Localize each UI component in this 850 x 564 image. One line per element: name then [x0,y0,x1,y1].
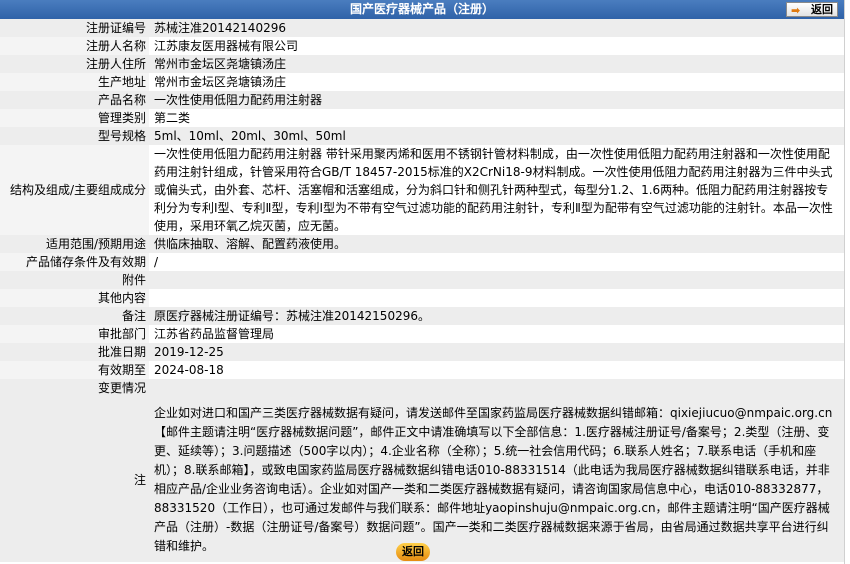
field-value: / [149,253,844,271]
field-label: 批准日期 [0,343,149,361]
table-row: 型号规格 5ml、10ml、20ml、30ml、50ml [0,127,844,145]
field-value: 5ml、10ml、20ml、30ml、50ml [149,127,844,145]
table-row: 生产地址 常州市金坛区尧塘镇汤庄 [0,73,844,91]
field-label: 产品储存条件及有效期 [0,253,149,271]
field-value: 苏械注准20142140296 [149,19,844,37]
table-row: 注册证编号 苏械注准20142140296 [0,19,844,37]
field-label: 其他内容 [0,289,149,307]
table-row: 变更情况 [0,379,844,397]
table-row: 适用范围/预期用途 供临床抽取、溶解、配置药液使用。 [0,235,844,253]
field-label: 生产地址 [0,73,149,91]
table-row: 注 企业如对进口和国产三类医疗器械数据有疑问，请发送邮件至国家药监局医疗器械数据… [0,397,844,562]
field-label: 适用范围/预期用途 [0,235,149,253]
table-row: 结构及组成/主要组成成分 一次性使用低阻力配药用注射器 带针采用聚丙烯和医用不锈… [0,145,844,235]
field-label: 变更情况 [0,379,149,397]
page-header: 国产医疗器械产品（注册） ➡ 返回 [0,0,844,19]
field-value: 第二类 [149,109,844,127]
table-row: 注册人名称 江苏康友医用器械有限公司 [0,37,844,55]
field-value: 一次性使用低阻力配药用注射器 带针采用聚丙烯和医用不锈钢针管材料制成，由一次性使… [149,145,844,235]
field-value: 2024-08-18 [149,361,844,379]
field-value: 2019-12-25 [149,343,844,361]
field-value: 常州市金坛区尧塘镇汤庄 [149,55,844,73]
back-label: 返回 [811,3,833,16]
field-label: 结构及组成/主要组成成分 [0,145,149,235]
field-label: 型号规格 [0,127,149,145]
table-row: 产品储存条件及有效期 / [0,253,844,271]
field-label: 注册人名称 [0,37,149,55]
table-row: 注册人住所 常州市金坛区尧塘镇汤庄 [0,55,844,73]
field-value [149,379,844,397]
field-value: 供临床抽取、溶解、配置药液使用。 [149,235,844,253]
field-label: 产品名称 [0,91,149,109]
field-value [149,271,844,289]
table-row: 有效期至 2024-08-18 [0,361,844,379]
table-row: 产品名称 一次性使用低阻力配药用注射器 [0,91,844,109]
field-label: 附件 [0,271,149,289]
table-row: 附件 [0,271,844,289]
field-value: 企业如对进口和国产三类医疗器械数据有疑问，请发送邮件至国家药监局医疗器械数据纠错… [149,397,844,562]
field-label: 注册人住所 [0,55,149,73]
page-title: 国产医疗器械产品（注册） [349,2,494,16]
back-button-bottom[interactable]: 返回 [396,543,430,561]
field-value: 原医疗器械注册证编号：苏械注准20142150296。 [149,307,844,325]
field-label: 注册证编号 [0,19,149,37]
table-row: 批准日期 2019-12-25 [0,343,844,361]
field-label: 有效期至 [0,361,149,379]
field-value [149,289,844,307]
table-row: 其他内容 [0,289,844,307]
back-button-top[interactable]: ➡ 返回 [786,2,838,17]
detail-panel: 国产医疗器械产品（注册） ➡ 返回 注册证编号 苏械注准20142140296 … [0,0,845,564]
table-row: 管理类别 第二类 [0,109,844,127]
field-value: 一次性使用低阻力配药用注射器 [149,91,844,109]
field-label: 备注 [0,307,149,325]
arrow-right-icon: ➡ [791,4,801,17]
table-row: 备注 原医疗器械注册证编号：苏械注准20142150296。 [0,307,844,325]
field-value: 江苏省药品监督管理局 [149,325,844,343]
field-value: 常州市金坛区尧塘镇汤庄 [149,73,844,91]
field-label: 注 [0,397,149,562]
info-table: 注册证编号 苏械注准20142140296 注册人名称 江苏康友医用器械有限公司… [0,19,844,562]
field-label: 管理类别 [0,109,149,127]
table-row: 审批部门 江苏省药品监督管理局 [0,325,844,343]
field-label: 审批部门 [0,325,149,343]
field-value: 江苏康友医用器械有限公司 [149,37,844,55]
